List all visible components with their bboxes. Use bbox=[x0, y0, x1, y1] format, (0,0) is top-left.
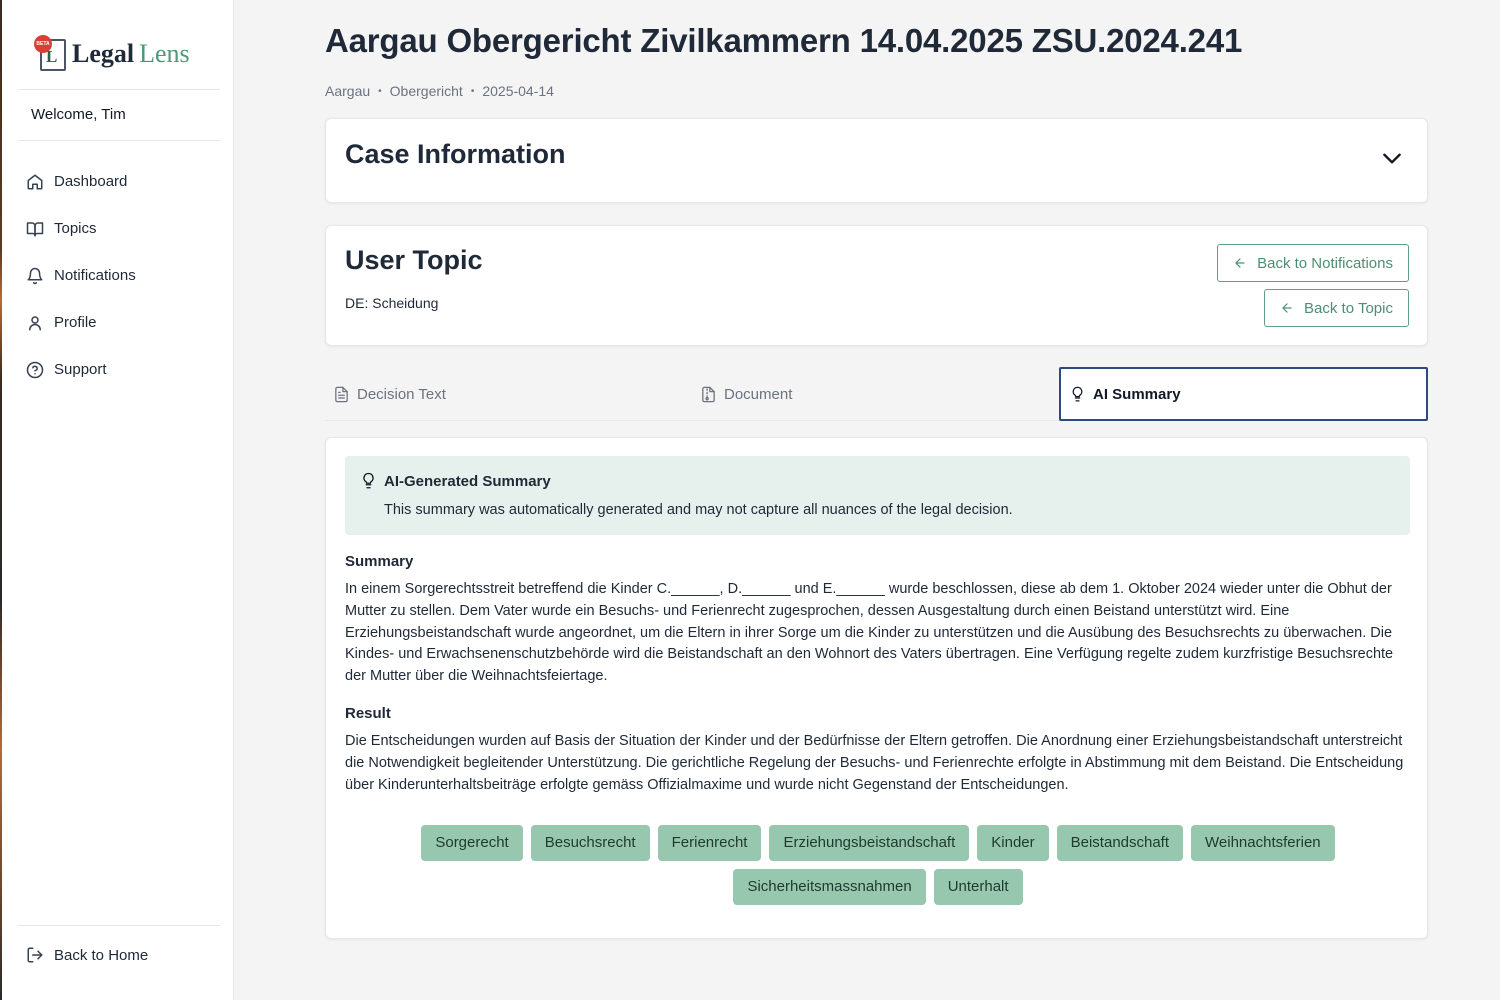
tab-label: Document bbox=[724, 385, 793, 403]
file-text-icon bbox=[335, 386, 348, 402]
logo-text: Legal Lens bbox=[72, 39, 190, 68]
case-information-card[interactable]: Case Information bbox=[325, 118, 1428, 203]
back-to-home-link[interactable]: Back to Home bbox=[26, 940, 148, 970]
lightbulb-icon bbox=[1072, 386, 1083, 402]
logo-icon: L BETA bbox=[34, 35, 68, 73]
ai-summary-card: AI-Generated Summary This summary was au… bbox=[325, 437, 1428, 939]
back-to-home-label: Back to Home bbox=[54, 946, 149, 964]
content-tabs: Decision Text Document AI Summary bbox=[325, 367, 1428, 421]
ai-notice-text: This summary was automatically generated… bbox=[384, 502, 1013, 518]
breadcrumb-canton: Aargau bbox=[325, 83, 371, 99]
sidebar-item-support[interactable]: Support bbox=[26, 346, 216, 393]
sidebar-nav: Dashboard Topics Notifications Profile S… bbox=[26, 158, 216, 393]
sidebar-item-label: Notifications bbox=[54, 267, 136, 284]
tab-label: AI Summary bbox=[1093, 385, 1181, 403]
tab-label: Decision Text bbox=[357, 385, 446, 403]
tag-chip[interactable]: Kinder bbox=[977, 825, 1049, 861]
case-information-title: Case Information bbox=[345, 139, 566, 169]
tag-chip[interactable]: Besuchsrecht bbox=[530, 825, 650, 861]
divider bbox=[18, 140, 220, 141]
tab-document[interactable]: Document bbox=[701, 367, 792, 421]
breadcrumb-separator: • bbox=[470, 85, 475, 97]
tag-chip[interactable]: Beistandschaft bbox=[1056, 825, 1184, 861]
tag-chip[interactable]: Sicherheitsmassnahmen bbox=[733, 869, 926, 905]
arrow-left-icon bbox=[1235, 258, 1245, 268]
sidebar-item-profile[interactable]: Profile bbox=[26, 299, 216, 346]
divider bbox=[18, 89, 220, 90]
breadcrumb-date: 2025-04-14 bbox=[482, 83, 554, 99]
tab-ai-summary[interactable]: AI Summary bbox=[1059, 367, 1428, 421]
result-text: Die Entscheidungen wurden auf Basis der … bbox=[345, 733, 1404, 793]
back-to-topic-label: Back to Topic bbox=[1304, 299, 1393, 317]
page-title: Aargau Obergericht Zivilkammern 14.04.20… bbox=[325, 22, 1243, 59]
breadcrumb-court: Obergericht bbox=[389, 83, 463, 99]
bell-icon bbox=[27, 267, 43, 284]
user-topic-name: DE: Scheidung bbox=[345, 295, 439, 311]
chevron-down-icon[interactable] bbox=[1379, 145, 1405, 171]
user-topic-title: User Topic bbox=[345, 245, 483, 275]
sidebar-item-notifications[interactable]: Notifications bbox=[26, 252, 216, 299]
tag-chip[interactable]: Weihnachtsferien bbox=[1191, 825, 1335, 861]
tab-decision-text[interactable]: Decision Text bbox=[334, 367, 446, 421]
home-icon bbox=[27, 174, 43, 189]
breadcrumb-separator: • bbox=[378, 85, 382, 97]
keyword-tags: Sorgerecht Besuchsrecht Ferienrecht Erzi… bbox=[416, 825, 1340, 905]
divider bbox=[18, 925, 220, 926]
tag-chip[interactable]: Unterhalt bbox=[933, 869, 1023, 905]
beta-badge: BETA bbox=[34, 35, 52, 53]
breadcrumb: Aargau • Obergericht • 2025-04-14 bbox=[325, 83, 554, 99]
tag-chip[interactable]: Ferienrecht bbox=[657, 825, 762, 861]
user-topic-card: User Topic DE: Scheidung Back to Notific… bbox=[325, 225, 1428, 346]
app-logo[interactable]: L BETA Legal Lens bbox=[34, 34, 190, 74]
result-heading: Result bbox=[345, 705, 391, 722]
summary-text: In einem Sorgerechtsstreit betreffend di… bbox=[345, 581, 1394, 685]
lightbulb-icon bbox=[363, 472, 374, 489]
file-archive-icon bbox=[702, 386, 715, 402]
sidebar-item-label: Support bbox=[54, 361, 107, 378]
tag-chip[interactable]: Erziehungsbeistandschaft bbox=[769, 825, 970, 861]
summary-heading: Summary bbox=[345, 553, 414, 570]
sidebar-item-dashboard[interactable]: Dashboard bbox=[26, 158, 216, 205]
user-icon bbox=[29, 315, 41, 330]
sidebar-item-label: Topics bbox=[54, 220, 97, 237]
sidebar-item-label: Profile bbox=[54, 314, 97, 331]
sidebar-item-topics[interactable]: Topics bbox=[26, 205, 216, 252]
arrow-left-icon bbox=[1282, 303, 1292, 313]
tag-chip[interactable]: Sorgerecht bbox=[421, 825, 523, 861]
back-to-notifications-label: Back to Notifications bbox=[1257, 254, 1393, 272]
sidebar-item-label: Dashboard bbox=[54, 173, 128, 190]
book-open-icon bbox=[26, 221, 44, 236]
back-to-notifications-button[interactable]: Back to Notifications bbox=[1217, 244, 1409, 282]
ai-notice-banner: AI-Generated Summary This summary was au… bbox=[345, 456, 1410, 535]
help-circle-icon bbox=[26, 361, 44, 378]
sidebar: L BETA Legal Lens Welcome, Tim Dashboard … bbox=[2, 0, 234, 1000]
ai-notice-title: AI-Generated Summary bbox=[384, 473, 551, 490]
welcome-text: Welcome, Tim bbox=[31, 106, 126, 123]
back-to-topic-button[interactable]: Back to Topic bbox=[1264, 289, 1409, 327]
log-out-icon bbox=[27, 947, 43, 963]
